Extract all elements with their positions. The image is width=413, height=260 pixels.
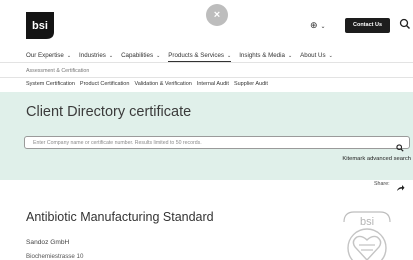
kitemark-logo: bsi bbox=[338, 206, 396, 260]
contact-us-button[interactable]: Contact Us bbox=[345, 18, 390, 33]
nav-label: Products & Services bbox=[168, 52, 224, 59]
close-button[interactable]: × bbox=[206, 4, 228, 26]
nav-label: Insights & Media bbox=[239, 52, 285, 59]
nav-capabilities[interactable]: Capabilities ⌄ bbox=[121, 52, 160, 59]
globe-icon: ⊕ bbox=[310, 20, 318, 30]
chevron-down-icon: ⌄ bbox=[66, 53, 72, 59]
search-icon[interactable] bbox=[399, 17, 411, 31]
nav-label: Our Expertise bbox=[26, 52, 64, 59]
chevron-down-icon: ⌄ bbox=[328, 53, 333, 59]
subnav-product-certification[interactable]: Product Certification bbox=[80, 81, 130, 87]
chevron-down-icon: ⌄ bbox=[108, 53, 114, 59]
advanced-search-link[interactable]: Kitemark advanced search bbox=[342, 156, 411, 162]
nav-products-services[interactable]: Products & Services ⌄ bbox=[168, 52, 232, 62]
bsi-logo[interactable]: bsi bbox=[24, 10, 56, 41]
svg-text:bsi: bsi bbox=[32, 20, 48, 32]
subnav-supplier-audit[interactable]: Supplier Audit bbox=[234, 81, 268, 87]
directory-panel: Client Directory certificate Kitemark ad… bbox=[0, 92, 413, 180]
chevron-down-icon: ⌄ bbox=[156, 53, 161, 59]
search-icon[interactable] bbox=[396, 139, 404, 152]
company-address: Biochemiestrasse 10 bbox=[26, 253, 84, 260]
nav-insights-media[interactable]: Insights & Media ⌄ bbox=[239, 52, 292, 59]
nav-about-us[interactable]: About Us ⌄ bbox=[300, 52, 333, 59]
nav-industries[interactable]: Industries ⌄ bbox=[79, 52, 113, 59]
subnav-system-certification[interactable]: System Certification bbox=[26, 81, 75, 87]
sub-nav: System Certification Product Certificati… bbox=[26, 81, 268, 87]
language-selector[interactable]: ⊕ ⌄ bbox=[310, 20, 326, 31]
share-label: Share: bbox=[374, 181, 390, 187]
nav-label: About Us bbox=[300, 52, 326, 59]
company-name: Sandoz GmbH bbox=[26, 239, 70, 246]
share-icon[interactable] bbox=[396, 179, 405, 191]
nav-label: Industries bbox=[79, 52, 106, 59]
primary-nav: Our Expertise ⌄ Industries ⌄ Capabilities ⌄… bbox=[26, 52, 333, 62]
chevron-down-icon: ⌄ bbox=[287, 53, 293, 59]
kitemark-bsi-text: bsi bbox=[360, 216, 374, 228]
certificate-title: Antibiotic Manufacturing Standard bbox=[26, 210, 214, 224]
chevron-down-icon: ⌄ bbox=[320, 24, 326, 30]
nav-label: Capabilities bbox=[121, 52, 154, 59]
chevron-down-icon: ⌄ bbox=[226, 53, 232, 59]
nav-our-expertise[interactable]: Our Expertise ⌄ bbox=[26, 52, 71, 59]
page-title: Client Directory certificate bbox=[26, 104, 192, 120]
divider bbox=[0, 77, 413, 78]
breadcrumb[interactable]: Assessment & Certification bbox=[26, 68, 89, 74]
divider bbox=[0, 62, 413, 63]
subnav-internal-audit[interactable]: Internal Audit bbox=[197, 81, 229, 87]
search-input[interactable] bbox=[33, 137, 393, 148]
subnav-validation-verification[interactable]: Validation & Verification bbox=[134, 81, 191, 87]
search-box bbox=[24, 136, 410, 152]
